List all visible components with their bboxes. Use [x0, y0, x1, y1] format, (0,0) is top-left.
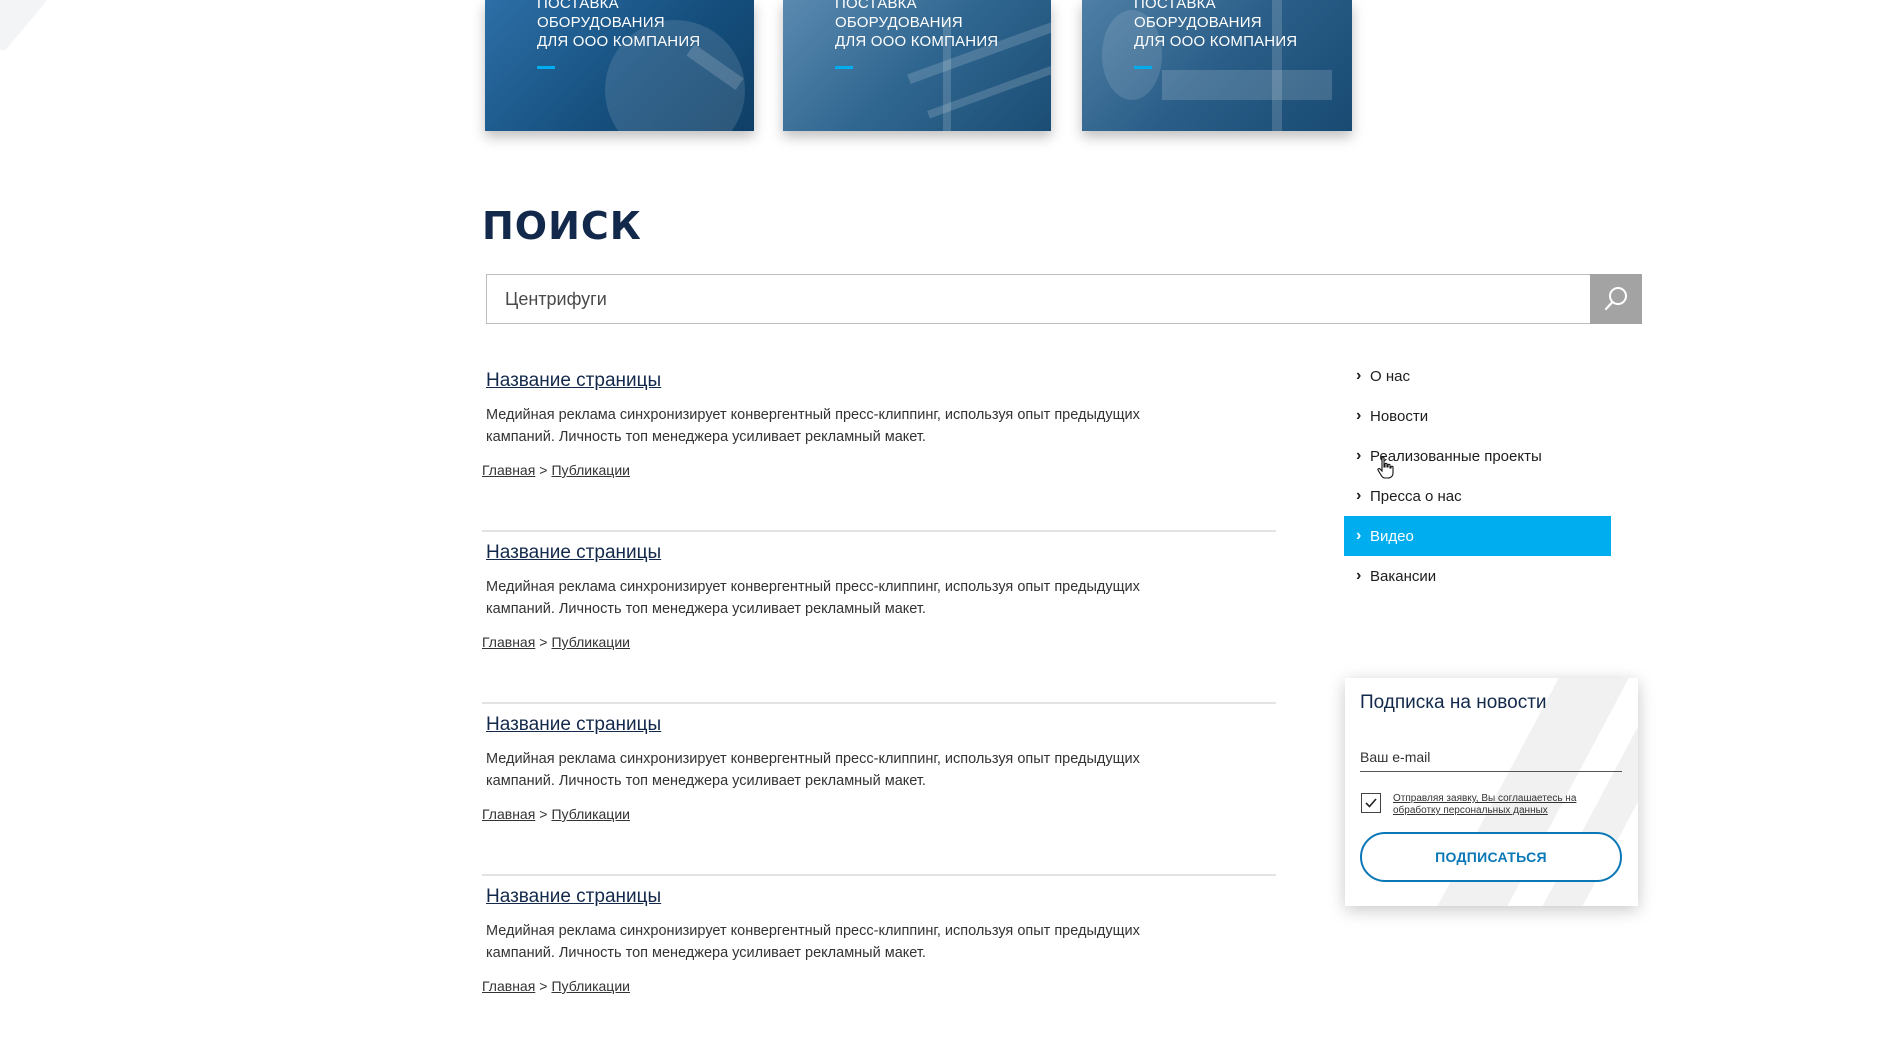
- page-title: ПОИСК: [482, 204, 642, 248]
- chevron-right-icon: ›: [1356, 367, 1362, 384]
- search-icon: [1604, 287, 1627, 311]
- search-results: Название страницы Медийная реклама синхр…: [482, 360, 1276, 1048]
- result-description: Медийная реклама синхронизирует конверге…: [486, 923, 1140, 961]
- newsletter-subscribe-widget: Подписка на новости Отправляя заявку, Вы…: [1345, 678, 1638, 906]
- breadcrumb-section-link[interactable]: Публикации: [551, 978, 629, 994]
- search-result-item: Название страницы Медийная реклама синхр…: [482, 876, 1276, 1048]
- side-nav-item-press[interactable]: › Пресса о нас: [1344, 476, 1611, 516]
- card-caption: ПОСТАВКА ОБОРУДОВАНИЯ ДЛЯ ООО КОМПАНИЯ: [537, 0, 701, 50]
- breadcrumb: Главная > Публикации: [482, 806, 1276, 822]
- consent-checkbox[interactable]: [1361, 793, 1381, 813]
- chevron-right-icon: ›: [1356, 527, 1362, 544]
- side-nav-label: О нас: [1370, 367, 1410, 385]
- breadcrumb: Главная > Публикации: [482, 978, 1276, 994]
- side-nav-label: Вакансии: [1370, 567, 1437, 585]
- search-input[interactable]: [486, 274, 1590, 324]
- background-stripe: [0, 0, 115, 50]
- breadcrumb-section-link[interactable]: Публикации: [551, 462, 629, 478]
- breadcrumb-home-link[interactable]: Главная: [482, 462, 535, 478]
- card-accent-line: [835, 66, 853, 69]
- breadcrumb-section-link[interactable]: Публикации: [551, 634, 629, 650]
- subscribe-button[interactable]: ПОДПИСАТЬСЯ: [1360, 832, 1622, 882]
- breadcrumb-home-link[interactable]: Главная: [482, 806, 535, 822]
- checkmark-icon: [1365, 798, 1377, 808]
- search-bar: [486, 274, 1642, 324]
- breadcrumb: Главная > Публикации: [482, 462, 1276, 478]
- hand-pointer-icon: [1377, 456, 1394, 479]
- side-nav-item-news[interactable]: › Новости: [1344, 396, 1611, 436]
- consent-text[interactable]: Отправляя заявку, Вы соглашаетесь на обр…: [1393, 793, 1593, 817]
- breadcrumb-home-link[interactable]: Главная: [482, 978, 535, 994]
- result-title-link[interactable]: Название страницы: [486, 370, 661, 392]
- email-field[interactable]: [1360, 742, 1622, 772]
- result-description: Медийная реклама синхронизирует конверге…: [486, 579, 1140, 617]
- project-card-2[interactable]: ПОСТАВКА ОБОРУДОВАНИЯ ДЛЯ ООО КОМПАНИЯ: [783, 0, 1051, 131]
- card-accent-line: [537, 66, 555, 69]
- side-nav-item-vacancies[interactable]: › Вакансии: [1344, 556, 1611, 596]
- search-result-item: Название страницы Медийная реклама синхр…: [482, 360, 1276, 532]
- side-nav-label: Видео: [1370, 527, 1414, 545]
- side-nav-label: Новости: [1370, 407, 1429, 425]
- chevron-right-icon: ›: [1356, 447, 1362, 464]
- result-description: Медийная реклама синхронизирует конверге…: [486, 751, 1140, 789]
- breadcrumb-home-link[interactable]: Главная: [482, 634, 535, 650]
- chevron-right-icon: ›: [1356, 487, 1362, 504]
- search-button[interactable]: [1590, 274, 1642, 324]
- side-nav-label: Пресса о нас: [1370, 487, 1462, 505]
- search-result-item: Название страницы Медийная реклама синхр…: [482, 532, 1276, 704]
- breadcrumb-separator: >: [539, 462, 548, 478]
- breadcrumb-separator: >: [539, 634, 548, 650]
- breadcrumb: Главная > Публикации: [482, 634, 1276, 650]
- result-title-link[interactable]: Название страницы: [486, 542, 661, 564]
- project-card-1[interactable]: ПОСТАВКА ОБОРУДОВАНИЯ ДЛЯ ООО КОМПАНИЯ: [485, 0, 754, 131]
- card-caption: ПОСТАВКА ОБОРУДОВАНИЯ ДЛЯ ООО КОМПАНИЯ: [835, 0, 999, 50]
- card-accent-line: [1134, 66, 1152, 69]
- side-nav-item-about[interactable]: › О нас: [1344, 356, 1611, 396]
- chevron-right-icon: ›: [1356, 407, 1362, 424]
- breadcrumb-section-link[interactable]: Публикации: [551, 806, 629, 822]
- card-caption: ПОСТАВКА ОБОРУДОВАНИЯ ДЛЯ ООО КОМПАНИЯ: [1134, 0, 1298, 50]
- breadcrumb-separator: >: [539, 806, 548, 822]
- side-nav-item-video[interactable]: › Видео: [1344, 516, 1611, 556]
- chevron-right-icon: ›: [1356, 567, 1362, 584]
- breadcrumb-separator: >: [539, 978, 548, 994]
- search-result-item: Название страницы Медийная реклама синхр…: [482, 704, 1276, 876]
- result-title-link[interactable]: Название страницы: [486, 886, 661, 908]
- subscribe-title: Подписка на новости: [1360, 692, 1547, 713]
- project-card-3[interactable]: ПОСТАВКА ОБОРУДОВАНИЯ ДЛЯ ООО КОМПАНИЯ: [1082, 0, 1352, 131]
- result-title-link[interactable]: Название страницы: [486, 714, 661, 736]
- result-description: Медийная реклама синхронизирует конверге…: [486, 407, 1140, 445]
